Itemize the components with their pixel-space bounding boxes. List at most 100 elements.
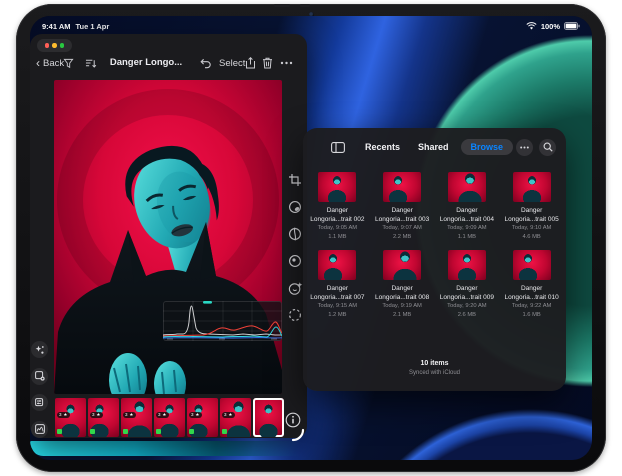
- window-resize-handle[interactable]: [291, 428, 305, 447]
- histogram-overlay[interactable]: [163, 301, 282, 341]
- info-button[interactable]: [285, 412, 301, 428]
- wifi-icon: [526, 22, 537, 30]
- files-footer: 10 items Synced with iCloud: [303, 358, 566, 378]
- sidebar-toggle-button[interactable]: [331, 141, 345, 153]
- portrait-figure: [512, 250, 547, 280]
- histogram-handle: [203, 301, 212, 304]
- share-button[interactable]: [245, 54, 256, 72]
- selective-color-button[interactable]: [286, 252, 304, 270]
- file-item[interactable]: Danger Longoria...trait 003 Today, 9:07 AM…: [370, 172, 435, 241]
- window-controls[interactable]: [37, 39, 72, 52]
- clock: 9:41 AM: [42, 21, 71, 31]
- batch-edit-button[interactable]: [31, 394, 48, 411]
- close-window-dot[interactable]: [44, 43, 50, 48]
- file-item[interactable]: Danger Longoria...trait 005 Today, 9:10 AM…: [499, 172, 564, 241]
- rating-badge: 3 ★: [57, 412, 70, 418]
- histogram-toggle-button[interactable]: [31, 420, 48, 438]
- filmstrip-thumbnail[interactable]: 3 ★: [220, 398, 251, 437]
- filter-button[interactable]: [63, 54, 74, 72]
- file-date: Today, 9:05 AM: [317, 225, 358, 231]
- trash-icon: [263, 57, 272, 69]
- files-more-button[interactable]: [516, 138, 533, 156]
- file-item[interactable]: Danger Longoria...trait 009 Today, 9:20 AM…: [435, 250, 500, 319]
- photo-canvas[interactable]: [54, 80, 282, 394]
- tab-shared[interactable]: Shared: [412, 139, 455, 155]
- file-thumbnail: [383, 172, 422, 202]
- filmstrip-thumbnail[interactable]: 3 ★: [154, 398, 185, 437]
- adjust-icon: [289, 227, 301, 241]
- portrait-figure: [383, 250, 422, 280]
- file-thumbnail: [512, 250, 551, 280]
- file-size: 1.1 MB: [328, 233, 347, 240]
- tab-browse[interactable]: Browse: [460, 139, 514, 155]
- files-grid: Danger Longoria...trait 002 Today, 9:05 AM…: [305, 172, 564, 319]
- file-thumbnail: [447, 172, 486, 202]
- file-name: Longoria...trait 005: [504, 216, 559, 223]
- search-button[interactable]: [539, 138, 556, 156]
- photo-editor-window: ‹ Back Danger Longo... Select 3 ★ 3 ★ 3 …: [30, 34, 307, 442]
- file-size: 1.1 MB: [457, 233, 477, 240]
- undo-icon: [200, 58, 211, 68]
- export-settings-button[interactable]: [31, 367, 48, 385]
- file-name: Longoria...trait 003: [375, 216, 430, 223]
- back-button[interactable]: ‹ Back: [36, 54, 64, 72]
- undo-button[interactable]: [200, 54, 212, 72]
- sync-status: Synced with iCloud: [408, 370, 461, 376]
- chevron-left-icon: ‹: [36, 56, 40, 70]
- filmstrip-thumbnail[interactable]: 3 ★: [55, 398, 86, 437]
- file-size: 2.2 MB: [392, 233, 412, 240]
- file-size: 1.6 MB: [522, 311, 541, 318]
- more-button[interactable]: [280, 54, 293, 72]
- filmstrip-thumbnail[interactable]: [253, 398, 284, 437]
- file-thumbnail: [512, 172, 551, 202]
- ipad-device: 9:41 AM Tue 1 Apr 100% ‹ Back Danger Lon…: [16, 4, 606, 472]
- auto-enhance-button[interactable]: [31, 341, 48, 358]
- file-size: 2.1 MB: [392, 311, 412, 318]
- adjust-button[interactable]: [286, 225, 304, 243]
- retouch-button[interactable]: [286, 279, 304, 297]
- filmstrip-thumbnail[interactable]: 3 ★: [187, 398, 218, 437]
- file-thumbnail: [318, 250, 357, 280]
- delete-button[interactable]: [262, 54, 273, 72]
- file-date: Today, 9:09 AM: [447, 225, 487, 231]
- files-browser-window: Recents Shared Browse Danger Longoria...t…: [303, 128, 566, 391]
- portrait-figure: [447, 250, 486, 280]
- filters-button[interactable]: [286, 198, 304, 216]
- rating-badge: 3 ★: [189, 412, 202, 418]
- edited-indicator: [156, 429, 161, 434]
- zoom-window-dot[interactable]: [59, 43, 65, 48]
- file-name: Longoria...trait 009: [439, 294, 494, 301]
- tab-recents[interactable]: Recents: [359, 139, 406, 155]
- files-header: Recents Shared Browse: [303, 128, 566, 166]
- filmstrip-thumbnail[interactable]: 3 ★: [121, 398, 152, 437]
- screenshot-canvas: 9:41 AM Tue 1 Apr 100% ‹ Back Danger Lon…: [0, 0, 622, 476]
- file-name: Danger: [391, 285, 413, 292]
- file-size: 2.6 MB: [457, 311, 477, 318]
- auto-enhance-icon: [35, 345, 44, 354]
- ipad-screen: 9:41 AM Tue 1 Apr 100% ‹ Back Danger Lon…: [30, 16, 592, 460]
- file-date: Today, 9:20 AM: [447, 303, 487, 309]
- minimize-window-dot[interactable]: [52, 43, 57, 48]
- file-name: Longoria...trait 002: [310, 216, 365, 223]
- file-name: Danger: [456, 285, 478, 292]
- filmstrip-thumbnail[interactable]: 3 ★: [88, 398, 119, 437]
- top-button: [274, 4, 290, 7]
- filmstrip: 3 ★ 3 ★ 3 ★ 3 ★ 3 ★ 3 ★: [55, 398, 286, 437]
- file-name: Danger: [326, 285, 349, 292]
- file-name: Longoria...trait 004: [439, 216, 494, 223]
- portrait-figure: [253, 398, 284, 437]
- file-item[interactable]: Danger Longoria...trait 010 Today, 9:22 AM…: [499, 250, 564, 319]
- edited-indicator: [189, 429, 194, 434]
- portrait-figure: [318, 250, 353, 280]
- file-item[interactable]: Danger Longoria...trait 008 Today, 9:19 AM…: [370, 250, 435, 319]
- file-item[interactable]: Danger Longoria...trait 004 Today, 9:09 AM…: [435, 172, 500, 241]
- repair-button[interactable]: [286, 306, 304, 324]
- edited-indicator: [123, 429, 128, 434]
- item-count: 10 items: [420, 360, 449, 367]
- crop-button[interactable]: [286, 171, 304, 189]
- filters-icon: [289, 201, 301, 213]
- file-item[interactable]: Danger Longoria...trait 007 Today, 9:15 AM…: [305, 250, 370, 319]
- rating-badge: 3 ★: [90, 412, 103, 418]
- background-app-strip[interactable]: [30, 441, 330, 456]
- file-item[interactable]: Danger Longoria...trait 002 Today, 9:05 AM…: [305, 172, 370, 241]
